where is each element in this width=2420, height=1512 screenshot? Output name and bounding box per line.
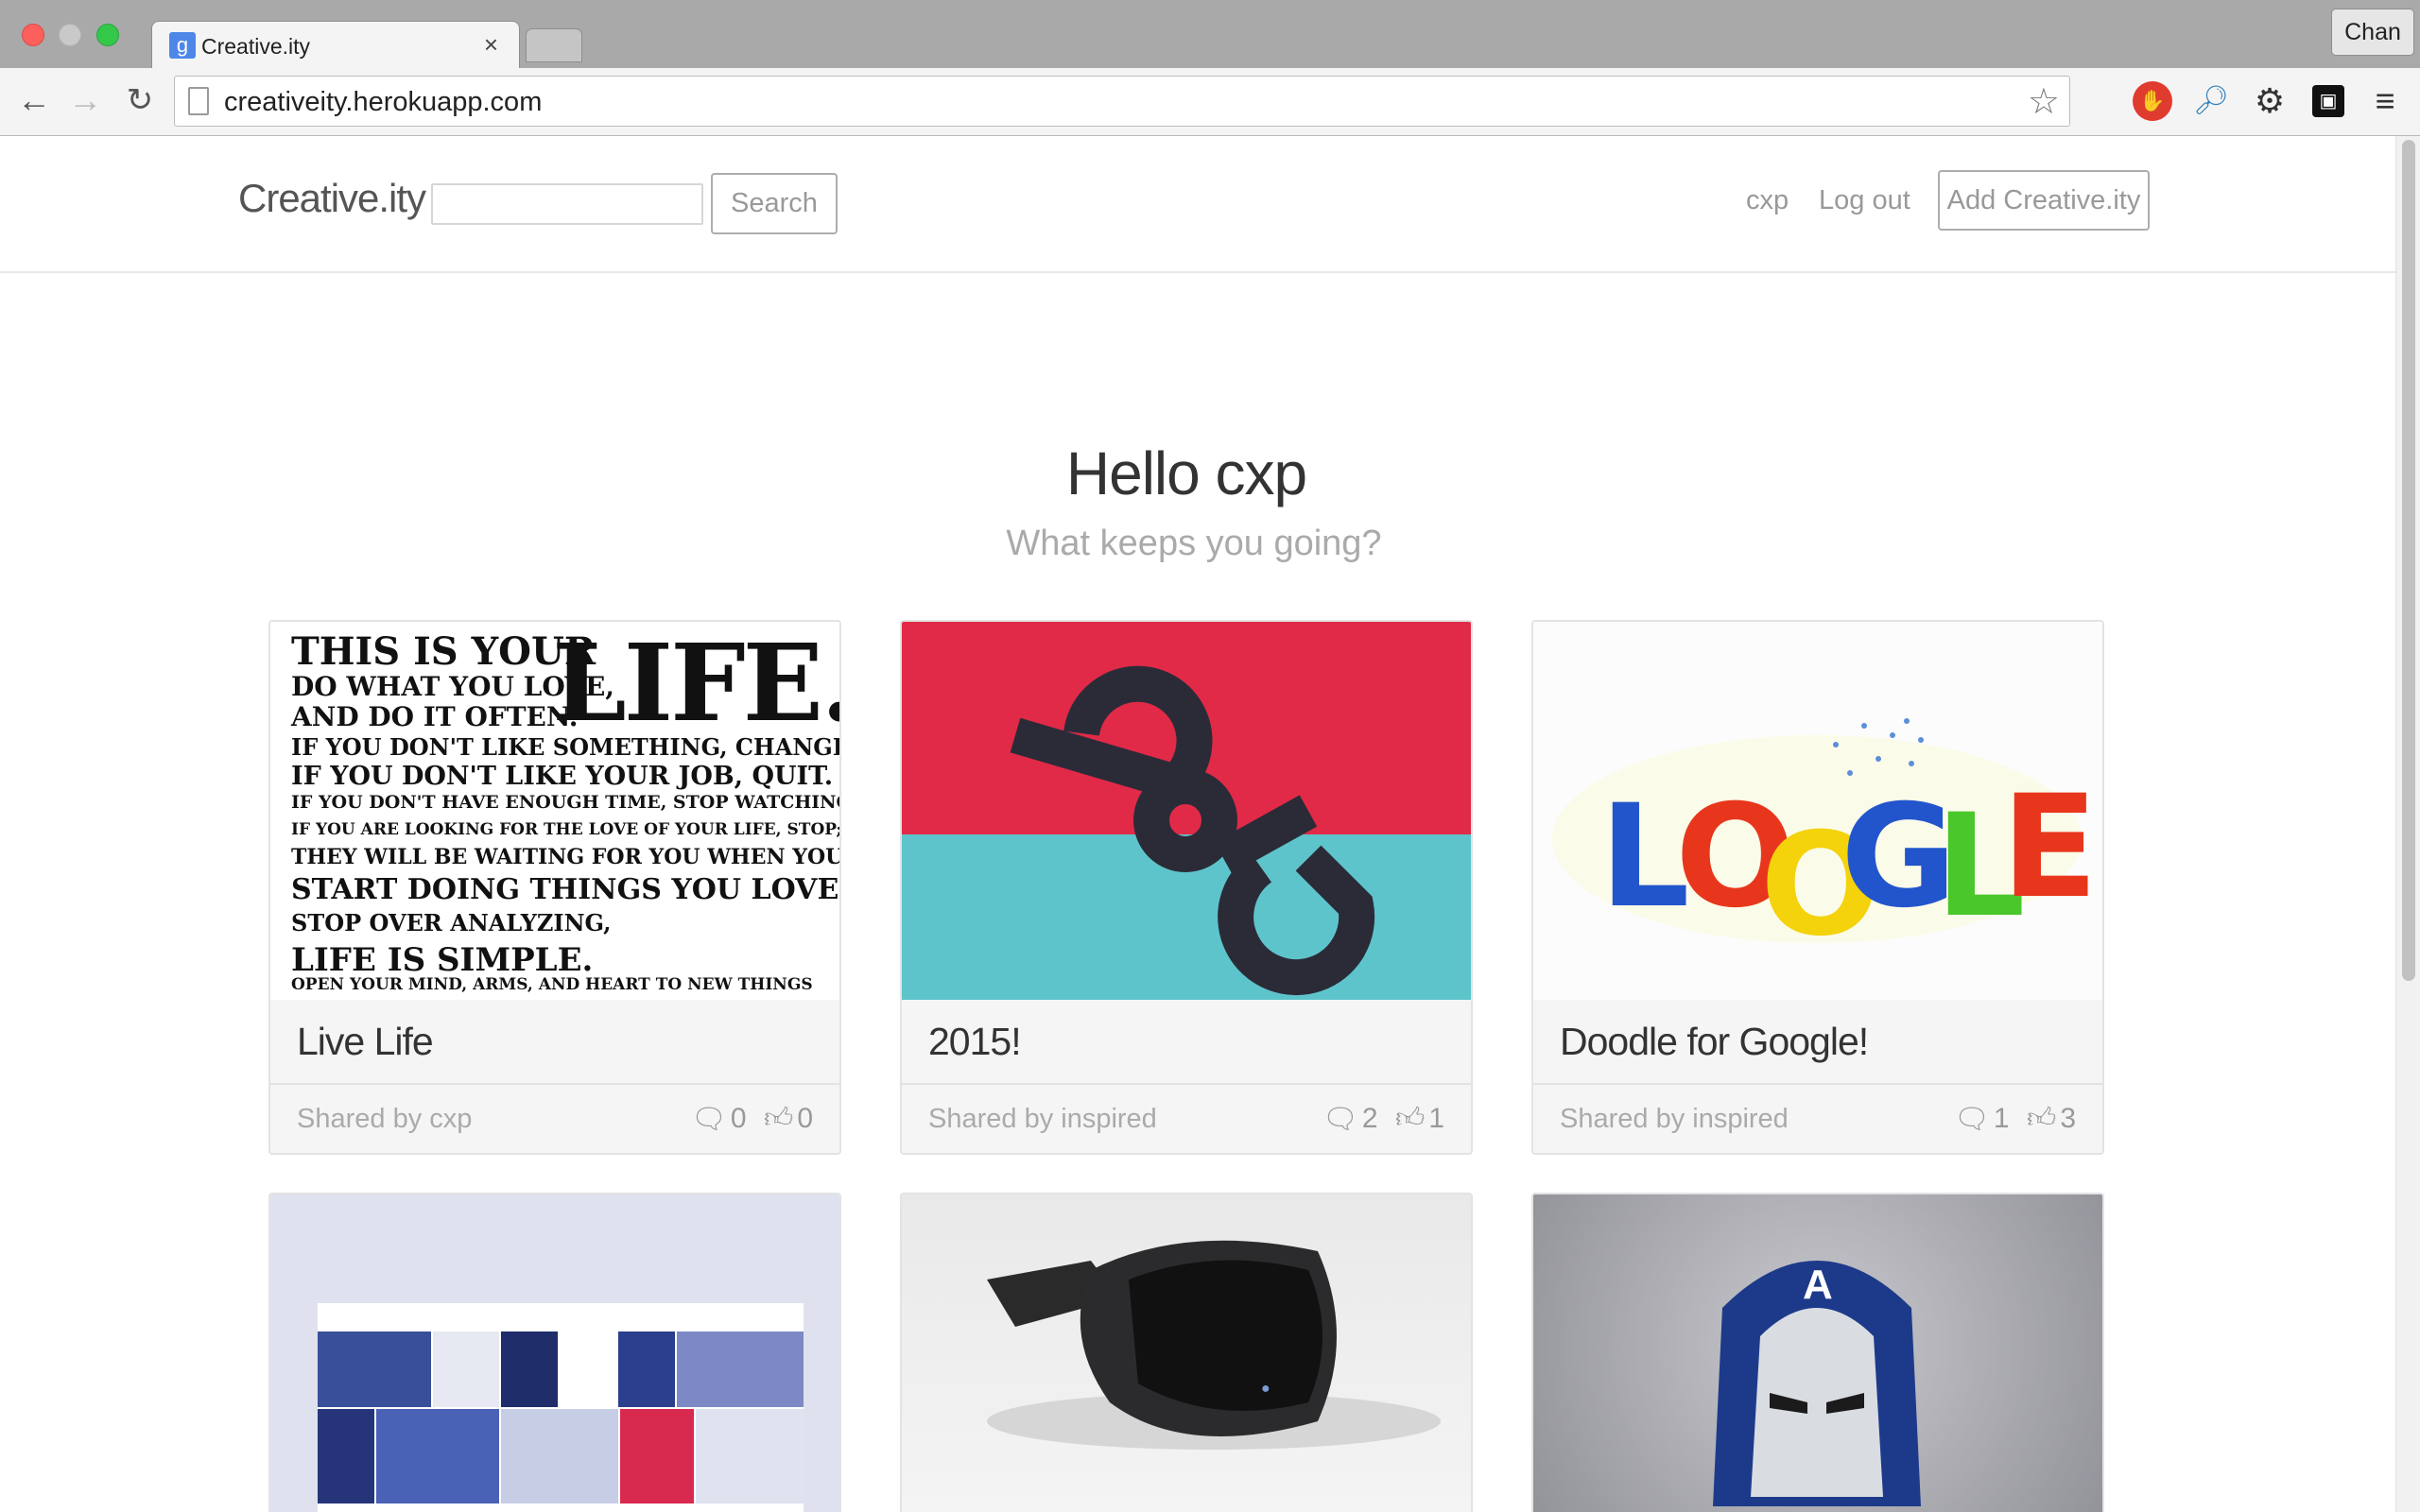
comment-count: 2: [1361, 1103, 1378, 1135]
star-icon[interactable]: ☆: [2028, 80, 2060, 123]
card-doodle-for-google[interactable]: L O O G L E Doodle for Google! Shared by…: [1531, 620, 2104, 1155]
card-image-poster[interactable]: THIS IS YOUR LIFE. DO WHAT YOU LOVE, AND…: [270, 622, 839, 1000]
back-button[interactable]: ←: [15, 81, 53, 119]
add-creativeity-button[interactable]: Add Creative.ity: [1938, 170, 2150, 231]
arrow-left-icon: ←: [17, 80, 51, 119]
card-footer: Shared by cxp 🗨︎ 0 👍︎ 0: [270, 1083, 839, 1153]
comment-count: 0: [730, 1103, 747, 1135]
poster-line: DO WHAT YOU LOVE,: [291, 671, 615, 702]
card-footer: Shared by inspired 🗨︎ 2 👍︎ 1: [902, 1083, 1471, 1153]
tab-close-icon[interactable]: ×: [484, 30, 498, 60]
thumbs-up-icon[interactable]: 👍︎: [2027, 1102, 2056, 1136]
card-live-life[interactable]: THIS IS YOUR LIFE. DO WHAT YOU LOVE, AND…: [268, 620, 841, 1155]
card-footer: Shared by inspired 🗨︎ 1 👍︎ 3: [1533, 1083, 2102, 1153]
card-design-portfolio[interactable]: [268, 1193, 841, 1512]
comment-count: 1: [1993, 1103, 2010, 1135]
poster-line: OPEN YOUR MIND, ARMS, AND HEART TO NEW T…: [291, 975, 813, 994]
comment-icon[interactable]: 🗨︎: [691, 1103, 727, 1136]
hamburger-icon[interactable]: ≡: [2365, 81, 2405, 121]
card-shared-by[interactable]: Shared by cxp: [297, 1104, 472, 1135]
site-brand[interactable]: Creative.ity: [238, 176, 426, 221]
like-count: 1: [1428, 1103, 1444, 1135]
card-stats: 🗨︎ 2 👍︎ 1: [1313, 1102, 1444, 1136]
nav-username-link[interactable]: cxp: [1746, 185, 1789, 216]
doodle-letter: E: [2001, 765, 2098, 930]
card-image-oculus[interactable]: ●: [902, 1194, 1471, 1512]
poster-line: THIS IS YOUR: [291, 629, 596, 674]
logout-link[interactable]: Log out: [1819, 185, 1910, 216]
card-title[interactable]: 2015!: [902, 1000, 1471, 1083]
scrollbar-thumb[interactable]: [2402, 140, 2415, 981]
card-image-helmet[interactable]: A: [1533, 1194, 2102, 1512]
magnifier-icon[interactable]: 🔎︎: [2191, 81, 2231, 121]
page-icon: [188, 87, 209, 115]
oculus-logo: ●: [1261, 1381, 1270, 1397]
search-button[interactable]: Search: [711, 173, 838, 234]
poster-line: START DOING THINGS YOU LOVE.: [291, 873, 839, 906]
forward-button[interactable]: →: [66, 81, 104, 119]
card-stats: 🗨︎ 0 👍︎ 0: [682, 1102, 813, 1136]
comment-icon[interactable]: 🗨︎: [1322, 1103, 1358, 1136]
reload-button[interactable]: ↻: [121, 81, 159, 119]
card-shared-by[interactable]: Shared by inspired: [1560, 1104, 1789, 1135]
hero-title: Hello cxp: [1065, 439, 1307, 507]
reload-icon: ↻: [126, 82, 154, 118]
card-2015[interactable]: 2015! Shared by inspired 🗨︎ 2 👍︎ 1: [900, 620, 1473, 1155]
poster-line: IF YOU ARE LOOKING FOR THE LOVE OF YOUR …: [291, 820, 839, 839]
portfolio-sheet: [318, 1303, 804, 1512]
thumbs-up-icon[interactable]: 👍︎: [1395, 1102, 1425, 1136]
arrow-right-icon: →: [68, 80, 102, 119]
profile-button[interactable]: Chan: [2331, 9, 2414, 56]
card-title[interactable]: Live Life: [270, 1000, 839, 1083]
page-scrollbar[interactable]: [2395, 136, 2420, 1512]
portfolio-grid: [318, 1303, 804, 1503]
comment-icon[interactable]: 🗨︎: [1954, 1103, 1990, 1136]
card-captain-iron[interactable]: A: [1531, 1193, 2104, 1512]
box-icon[interactable]: ▣: [2312, 85, 2344, 117]
poster-line: STOP OVER ANALYZING,: [291, 909, 612, 936]
like-count: 3: [2060, 1103, 2076, 1135]
poster-line: THEY WILL BE WAITING FOR YOU WHEN YOU: [291, 845, 839, 869]
card-title[interactable]: Doodle for Google!: [1533, 1000, 2102, 1083]
like-count: 0: [797, 1103, 813, 1135]
maximize-window-button[interactable]: [96, 24, 119, 46]
new-tab-button[interactable]: [526, 28, 582, 62]
poster-line: IF YOU DON'T LIKE YOUR JOB, QUIT.: [291, 762, 834, 791]
card-shared-by[interactable]: Shared by inspired: [928, 1104, 1157, 1135]
search-input[interactable]: [431, 183, 703, 225]
browser-tab-active[interactable]: g Creative.ity ×: [151, 21, 520, 70]
helmet-graphic: A: [1713, 1261, 1921, 1506]
close-window-button[interactable]: [22, 24, 44, 46]
card-image-doodle[interactable]: L O O G L E: [1533, 622, 2102, 1000]
card-image-2015[interactable]: [902, 622, 1471, 1000]
hero-subtitle: What keeps you going?: [1006, 524, 1382, 563]
google-favicon-icon: g: [169, 32, 196, 59]
tab-title: Creative.ity: [201, 34, 311, 59]
year-2015-graphic: [1010, 665, 1375, 996]
poster-line: IF YOU DON'T LIKE SOMETHING, CHANGE IT.: [291, 733, 839, 761]
vr-headset-graphic: ●: [987, 1240, 1441, 1450]
address-bar[interactable]: creativeity.herokuapp.com ☆: [174, 76, 2070, 127]
poster-line: LIFE IS SIMPLE.: [291, 941, 594, 979]
doodle-graphic: L O O G L E: [1552, 718, 2098, 968]
page-viewport: Creative.ity Search cxp Log out Add Crea…: [0, 136, 2420, 1512]
browser-titlebar: g Creative.ity × Chan: [0, 0, 2420, 70]
gear-icon[interactable]: ⚙: [2250, 81, 2290, 121]
poster-line: AND DO IT OFTEN.: [291, 701, 579, 732]
thumbs-up-icon[interactable]: 👍︎: [764, 1102, 793, 1136]
browser-toolbar: ← → ↻ creativeity.herokuapp.com ☆ ✋ 🔎︎ ⚙…: [0, 68, 2420, 136]
poster-line: IF YOU DON'T HAVE ENOUGH TIME, STOP WATC…: [291, 792, 839, 813]
adblock-icon[interactable]: ✋: [2133, 81, 2172, 121]
card-image-portfolio[interactable]: [270, 1194, 839, 1512]
card-stats: 🗨︎ 1 👍︎ 3: [1945, 1102, 2076, 1136]
minimize-window-button[interactable]: [59, 24, 81, 46]
site-header: Creative.ity Search cxp Log out Add Crea…: [0, 136, 2395, 273]
url-text[interactable]: creativeity.herokuapp.com: [224, 87, 542, 118]
card-oculus[interactable]: ●: [900, 1193, 1473, 1512]
helmet-letter: A: [1803, 1262, 1833, 1308]
